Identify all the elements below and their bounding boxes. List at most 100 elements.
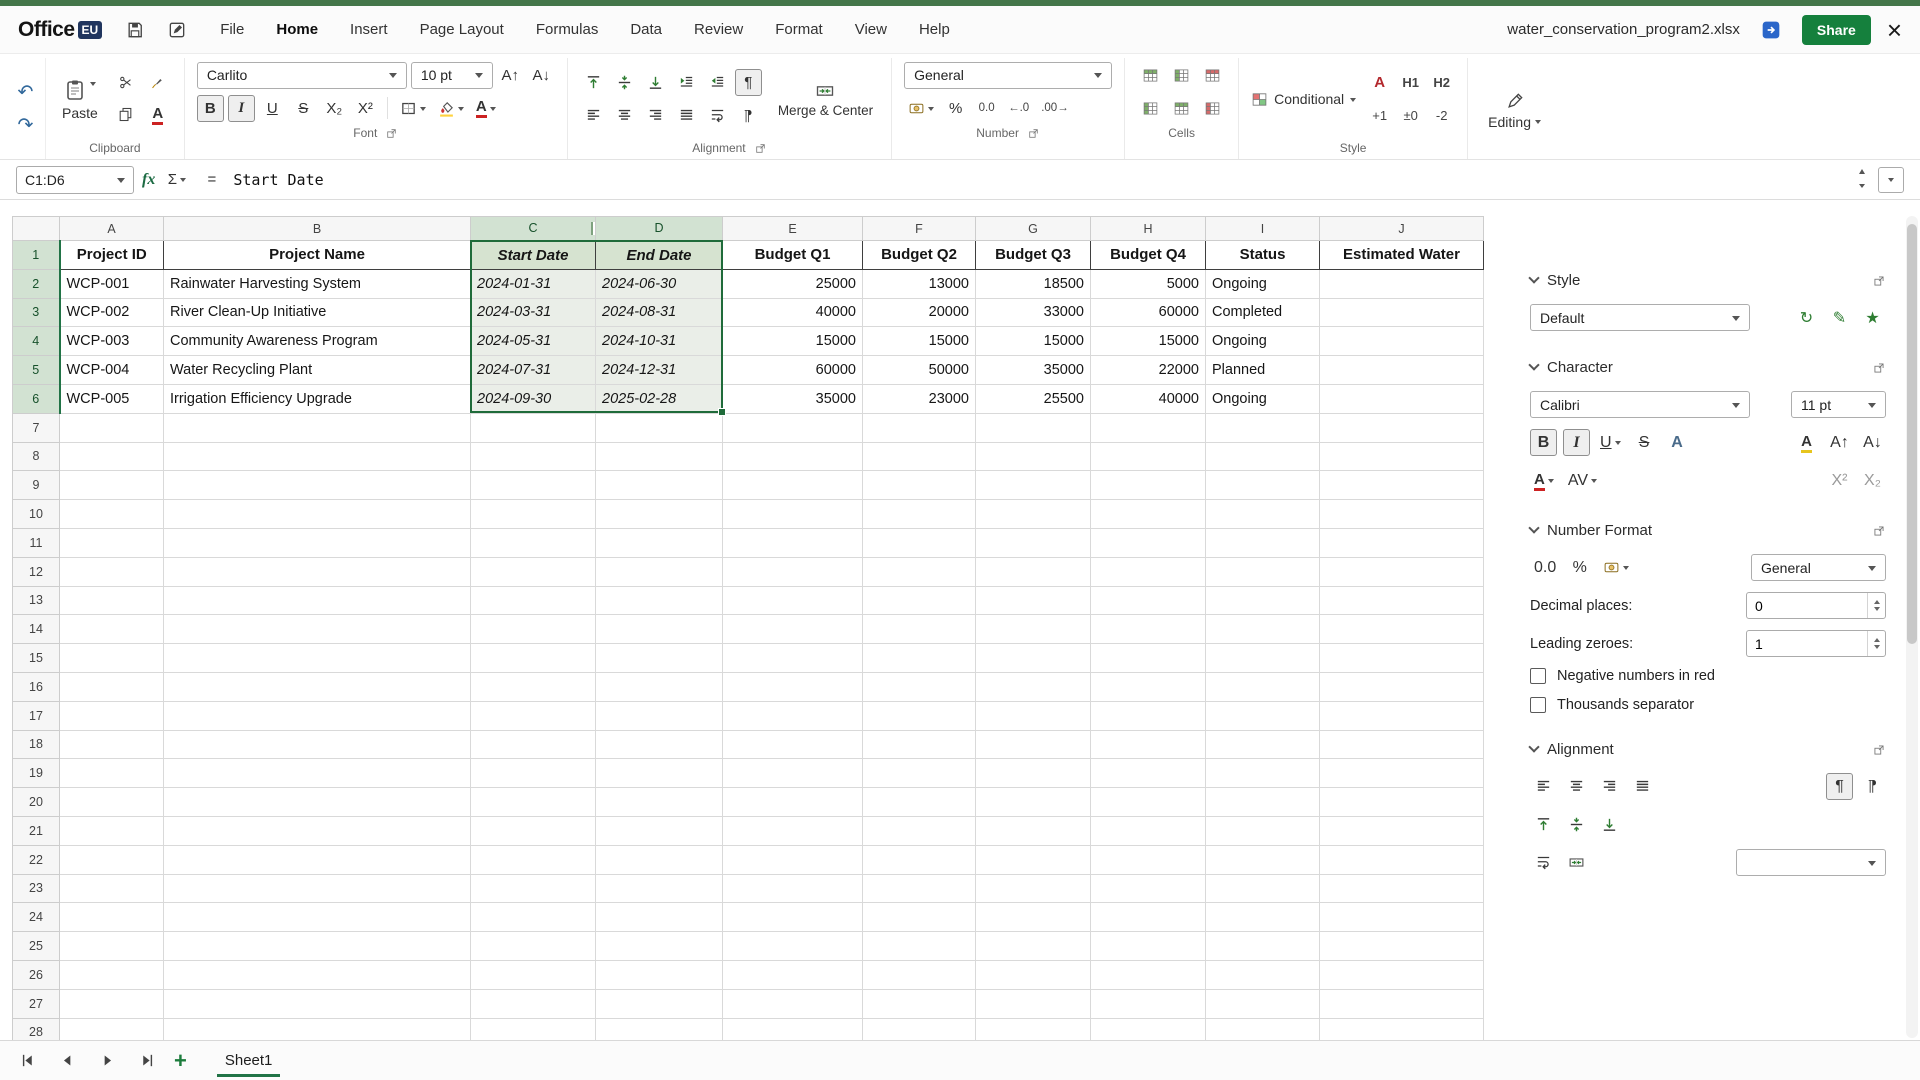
cell-E21[interactable] — [723, 816, 863, 845]
cell-G20[interactable] — [976, 788, 1091, 817]
cell-H15[interactable] — [1091, 644, 1206, 673]
cell-G12[interactable] — [976, 557, 1091, 586]
close-button[interactable]: × — [1887, 17, 1902, 43]
formula-input[interactable] — [233, 160, 1846, 199]
cell-B25[interactable] — [164, 932, 471, 961]
cell-D24[interactable] — [596, 903, 723, 932]
row-header-12[interactable]: 12 — [13, 557, 60, 586]
cell-G15[interactable] — [976, 644, 1091, 673]
cell-D7[interactable] — [596, 413, 723, 442]
cell-I25[interactable] — [1206, 932, 1320, 961]
right-to-left-button[interactable]: ¶ — [735, 102, 762, 129]
cell-F22[interactable] — [863, 845, 976, 874]
cell-I21[interactable] — [1206, 816, 1320, 845]
sidebar-underline-button[interactable]: U — [1596, 429, 1625, 456]
sheet-tab-sheet1[interactable]: Sheet1 — [217, 1045, 281, 1077]
cell-I19[interactable] — [1206, 759, 1320, 788]
cell-I14[interactable] — [1206, 615, 1320, 644]
cell-I13[interactable] — [1206, 586, 1320, 615]
sidebar-justify-button[interactable] — [1629, 773, 1656, 800]
cell-D16[interactable] — [596, 672, 723, 701]
menu-format[interactable]: Format — [775, 21, 823, 38]
delete-row-button[interactable] — [1199, 62, 1226, 89]
insert-sheet-button[interactable] — [1168, 95, 1195, 122]
row-header-28[interactable]: 28 — [13, 1018, 60, 1040]
align-right-button[interactable] — [642, 102, 669, 129]
cell-F4[interactable]: 15000 — [863, 327, 976, 356]
cell-C24[interactable] — [471, 903, 596, 932]
negative-red-checkbox[interactable] — [1530, 668, 1546, 684]
cell-C9[interactable] — [471, 471, 596, 500]
cell-D12[interactable] — [596, 557, 723, 586]
cell-J27[interactable] — [1320, 989, 1484, 1018]
wrap-text-button[interactable] — [704, 102, 731, 129]
cell-D10[interactable] — [596, 500, 723, 529]
cell-B15[interactable] — [164, 644, 471, 673]
cell-B8[interactable] — [164, 442, 471, 471]
alignment-dialog-launcher-icon[interactable] — [754, 142, 767, 155]
cell-E13[interactable] — [723, 586, 863, 615]
cell-D11[interactable] — [596, 528, 723, 557]
column-header-J[interactable]: J — [1320, 217, 1484, 241]
cell-H14[interactable] — [1091, 615, 1206, 644]
sidebar-font-color-button[interactable]: A — [1530, 467, 1558, 494]
cell-J2[interactable] — [1320, 269, 1484, 298]
cell-A6[interactable]: WCP-005 — [60, 384, 164, 413]
cell-D3[interactable]: 2024-08-31 — [596, 298, 723, 327]
cell-J8[interactable] — [1320, 442, 1484, 471]
cell-J6[interactable] — [1320, 384, 1484, 413]
cell-E15[interactable] — [723, 644, 863, 673]
align-left-button[interactable] — [580, 102, 607, 129]
cell-B3[interactable]: River Clean-Up Initiative — [164, 298, 471, 327]
cell-G21[interactable] — [976, 816, 1091, 845]
sidebar-percent-format-button[interactable]: % — [1566, 554, 1593, 581]
cell-F21[interactable] — [863, 816, 976, 845]
cell-A22[interactable] — [60, 845, 164, 874]
cell-I18[interactable] — [1206, 730, 1320, 759]
collapse-chevron-icon[interactable] — [1528, 522, 1539, 533]
cell-B4[interactable]: Community Awareness Program — [164, 327, 471, 356]
number-dialog-launcher-icon[interactable] — [1872, 524, 1886, 538]
column-header-I[interactable]: I — [1206, 217, 1320, 241]
cell-A28[interactable] — [60, 1018, 164, 1040]
cell-D1[interactable]: End Date — [596, 241, 723, 270]
bad-style-button[interactable]: -2 — [1428, 102, 1455, 129]
cell-D28[interactable] — [596, 1018, 723, 1040]
cell-C7[interactable] — [471, 413, 596, 442]
delete-column-button[interactable] — [1199, 95, 1226, 122]
cell-H18[interactable] — [1091, 730, 1206, 759]
column-header-G[interactable]: G — [976, 217, 1091, 241]
cell-style-select[interactable]: Default — [1530, 304, 1750, 331]
sidebar-merge-cells-button[interactable] — [1563, 849, 1590, 876]
cell-B13[interactable] — [164, 586, 471, 615]
cell-B12[interactable] — [164, 557, 471, 586]
cell-I17[interactable] — [1206, 701, 1320, 730]
cell-A7[interactable] — [60, 413, 164, 442]
sidebar-italic-button[interactable]: I — [1563, 429, 1590, 456]
cell-F26[interactable] — [863, 960, 976, 989]
superscript-button[interactable]: X² — [352, 95, 379, 122]
cell-B7[interactable] — [164, 413, 471, 442]
cell-J16[interactable] — [1320, 672, 1484, 701]
collapse-chevron-icon[interactable] — [1528, 359, 1539, 370]
cell-D6[interactable]: 2025-02-28 — [596, 384, 723, 413]
add-sheet-button[interactable]: + — [174, 1050, 187, 1072]
row-header-24[interactable]: 24 — [13, 903, 60, 932]
cell-I4[interactable]: Ongoing — [1206, 327, 1320, 356]
cell-A11[interactable] — [60, 528, 164, 557]
row-header-1[interactable]: 1 — [13, 241, 60, 270]
cell-F11[interactable] — [863, 528, 976, 557]
leading-zeroes-value[interactable] — [1747, 636, 1867, 652]
cell-H6[interactable]: 40000 — [1091, 384, 1206, 413]
cell-I7[interactable] — [1206, 413, 1320, 442]
cell-C6[interactable]: 2024-09-30 — [471, 384, 596, 413]
number-format-select[interactable]: General — [904, 62, 1112, 89]
first-sheet-button[interactable] — [14, 1048, 40, 1074]
row-header-14[interactable]: 14 — [13, 615, 60, 644]
increase-indent-button[interactable] — [673, 69, 700, 96]
cell-A5[interactable]: WCP-004 — [60, 356, 164, 385]
cell-H5[interactable]: 22000 — [1091, 356, 1206, 385]
row-header-3[interactable]: 3 — [13, 298, 60, 327]
heading2-style-button[interactable]: H2 — [1428, 69, 1455, 96]
cell-J25[interactable] — [1320, 932, 1484, 961]
